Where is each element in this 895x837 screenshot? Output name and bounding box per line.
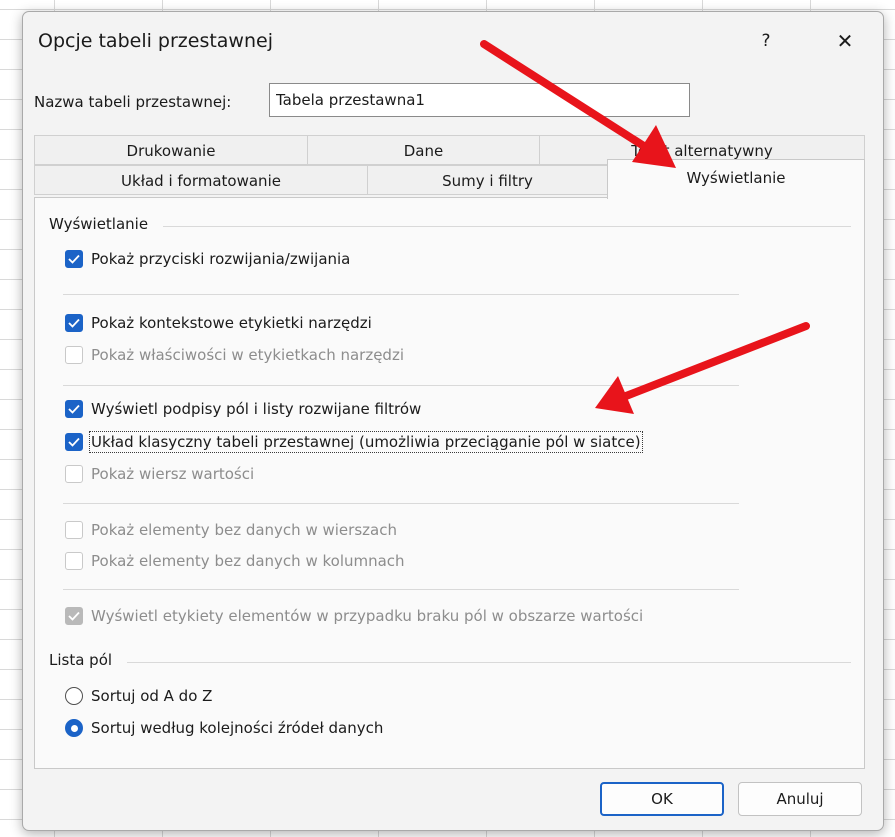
- option-label: Pokaż właściwości w etykietkach narzędzi: [91, 346, 404, 364]
- option-values-row: Pokaż wiersz wartości: [65, 463, 254, 485]
- checkbox[interactable]: [65, 433, 83, 451]
- option-contextual-tooltips[interactable]: Pokaż kontekstowe etykietki narzędzi: [65, 312, 372, 334]
- field-list-group-title: Lista pól: [49, 651, 113, 669]
- option-label: Pokaż elementy bez danych w kolumnach: [91, 552, 405, 570]
- option-label: Pokaż elementy bez danych w wierszach: [91, 521, 397, 539]
- separator: [63, 385, 739, 386]
- ok-button[interactable]: OK: [600, 782, 724, 816]
- group-divider: [127, 662, 851, 663]
- option-label: Pokaż przyciski rozwijania/zwijania: [91, 250, 351, 268]
- checkbox[interactable]: [65, 400, 83, 418]
- tab-dane[interactable]: Dane: [307, 135, 540, 165]
- cancel-button[interactable]: Anuluj: [738, 782, 862, 816]
- separator: [63, 294, 739, 295]
- option-field-captions-filter-dropdowns[interactable]: Wyświetl podpisy pól i listy rozwijane f…: [65, 398, 421, 420]
- pivot-name-input[interactable]: [269, 83, 690, 117]
- radio-sort-data-source-order[interactable]: Sortuj według kolejności źródeł danych: [65, 717, 383, 739]
- checkbox[interactable]: [65, 314, 83, 332]
- separator: [63, 503, 739, 504]
- option-label: Pokaż wiersz wartości: [91, 465, 255, 483]
- help-button[interactable]: ?: [751, 26, 781, 56]
- check-icon: [68, 254, 80, 264]
- option-label: Wyświetl etykiety elementów w przypadku …: [91, 607, 644, 625]
- option-label: Sortuj od A do Z: [91, 687, 213, 705]
- checkbox: [65, 346, 83, 364]
- option-classic-pivot-layout[interactable]: Układ klasyczny tabeli przestawnej (umoż…: [65, 431, 643, 453]
- close-icon[interactable]: ✕: [827, 24, 863, 58]
- dialog-title: Opcje tabeli przestawnej: [38, 30, 273, 52]
- radio-sort-a-to-z[interactable]: Sortuj od A do Z: [65, 685, 212, 707]
- option-label: Układ klasyczny tabeli przestawnej (umoż…: [89, 431, 643, 453]
- tab-uklad-i-formatowanie[interactable]: Układ i formatowanie: [34, 165, 368, 195]
- option-items-no-data-rows: Pokaż elementy bez danych w wierszach: [65, 519, 397, 541]
- option-item-labels-no-value-fields: Wyświetl etykiety elementów w przypadku …: [65, 605, 643, 627]
- tab-wyswietlanie[interactable]: Wyświetlanie: [607, 159, 865, 199]
- option-label: Wyświetl podpisy pól i listy rozwijane f…: [91, 400, 422, 418]
- radio-button[interactable]: [65, 719, 83, 737]
- check-icon: [68, 318, 80, 328]
- check-icon: [68, 437, 80, 447]
- checkbox: [65, 552, 83, 570]
- tab-drukowanie[interactable]: Drukowanie: [34, 135, 308, 165]
- pivot-table-options-dialog: Opcje tabeli przestawnej ? ✕ Nazwa tabel…: [22, 11, 884, 831]
- check-icon: [68, 404, 80, 414]
- check-icon: [68, 611, 80, 621]
- checkbox: [65, 607, 83, 625]
- option-label: Pokaż kontekstowe etykietki narzędzi: [91, 314, 372, 332]
- option-expand-collapse-buttons[interactable]: Pokaż przyciski rozwijania/zwijania: [65, 248, 350, 270]
- pivot-name-label: Nazwa tabeli przestawnej:: [34, 93, 232, 111]
- radio-button[interactable]: [65, 687, 83, 705]
- checkbox: [65, 465, 83, 483]
- option-properties-in-tooltips: Pokaż właściwości w etykietkach narzędzi: [65, 344, 404, 366]
- checkbox[interactable]: [65, 250, 83, 268]
- separator: [63, 589, 739, 590]
- display-tab-panel: Wyświetlanie Pokaż przyciski rozwijania/…: [34, 197, 865, 769]
- display-group-title: Wyświetlanie: [49, 215, 149, 233]
- option-items-no-data-columns: Pokaż elementy bez danych w kolumnach: [65, 550, 405, 572]
- tab-sumy-i-filtry[interactable]: Sumy i filtry: [367, 165, 608, 195]
- option-label: Sortuj według kolejności źródeł danych: [91, 719, 384, 737]
- group-divider: [163, 226, 851, 227]
- checkbox: [65, 521, 83, 539]
